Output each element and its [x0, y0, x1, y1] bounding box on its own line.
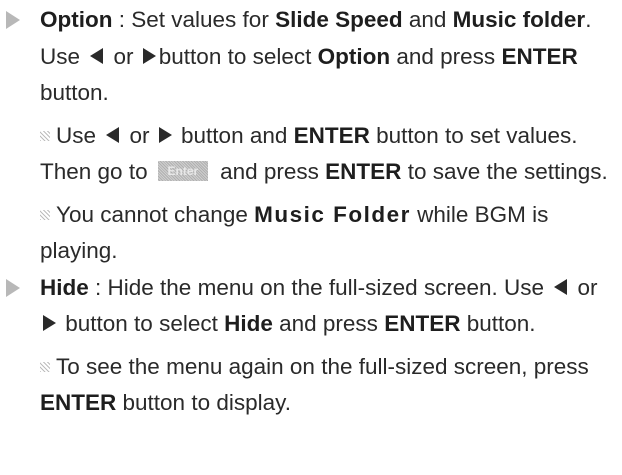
left-arrow-icon [106, 126, 120, 143]
note1-or-text: or [123, 122, 156, 148]
hide-desc-text: : Hide the menu on the full-sized screen… [88, 274, 551, 300]
left-arrow-icon [554, 278, 568, 295]
note1-text-5: and press [213, 159, 326, 184]
option-term: Option [40, 7, 113, 32]
note-square-icon [40, 130, 50, 141]
option-and-text: and [402, 7, 453, 32]
hide-entry: Hide : Hide the menu on the full-sized s… [0, 270, 608, 422]
hide-term: Hide [40, 274, 89, 300]
hide-button-text: button. [460, 311, 536, 336]
hide-select-text: button to select [59, 311, 225, 336]
enter-term: ENTER [325, 159, 402, 184]
enter-term: ENTER [40, 390, 117, 415]
enter-term: ENTER [293, 122, 370, 148]
manual-page: Option : Set values for Slide Speed and … [0, 0, 622, 475]
hide-term-2: Hide [224, 311, 273, 336]
hide-press-text: and press [272, 311, 385, 336]
left-arrow-icon [90, 47, 104, 64]
option-term-2: Option [317, 43, 391, 69]
hide-description: Hide : Hide the menu on the full-sized s… [40, 270, 608, 343]
slide-speed-term: Slide Speed [275, 7, 403, 32]
option-or-text: or [107, 43, 140, 69]
music-folder-term: Music Folder [254, 201, 411, 227]
option-note-1: Use or button and ENTER button to set va… [40, 118, 608, 191]
option-press-text: and press [390, 43, 502, 69]
music-folder-term: Music folder [452, 7, 586, 32]
note-square-icon [40, 209, 50, 220]
option-button-text: button. [40, 80, 109, 105]
right-arrow-icon [158, 126, 172, 143]
option-note-2: You cannot change Music Folder while BGM… [40, 197, 608, 270]
option-entry: Option : Set values for Slide Speed and … [0, 2, 608, 270]
enter-button-chip: Enter [157, 161, 208, 181]
option-select-text: button to select [158, 43, 318, 69]
option-description: Option : Set values for Slide Speed and … [40, 2, 608, 112]
note2-text-1: You cannot change [56, 201, 255, 227]
hide-note-text-2: button to display. [116, 390, 291, 415]
option-desc-text: : Set values for [112, 7, 276, 32]
hide-note-text-1: To see the menu again on the full-sized … [56, 353, 589, 379]
hide-or-text: or [571, 274, 598, 300]
note1-text-1: Use [56, 122, 103, 148]
note-square-icon [40, 361, 50, 372]
enter-chip-label: Enter [167, 164, 199, 178]
triangle-bullet-icon [6, 11, 20, 29]
right-arrow-icon [142, 47, 156, 64]
hide-note-1: To see the menu again on the full-sized … [40, 349, 608, 422]
right-arrow-icon [43, 315, 56, 331]
note1-text-6: to save the settings. [401, 159, 608, 184]
enter-term: ENTER [501, 43, 578, 69]
note1-text-3: button and [174, 122, 294, 148]
triangle-bullet-icon [6, 278, 20, 297]
enter-term: ENTER [384, 311, 461, 336]
